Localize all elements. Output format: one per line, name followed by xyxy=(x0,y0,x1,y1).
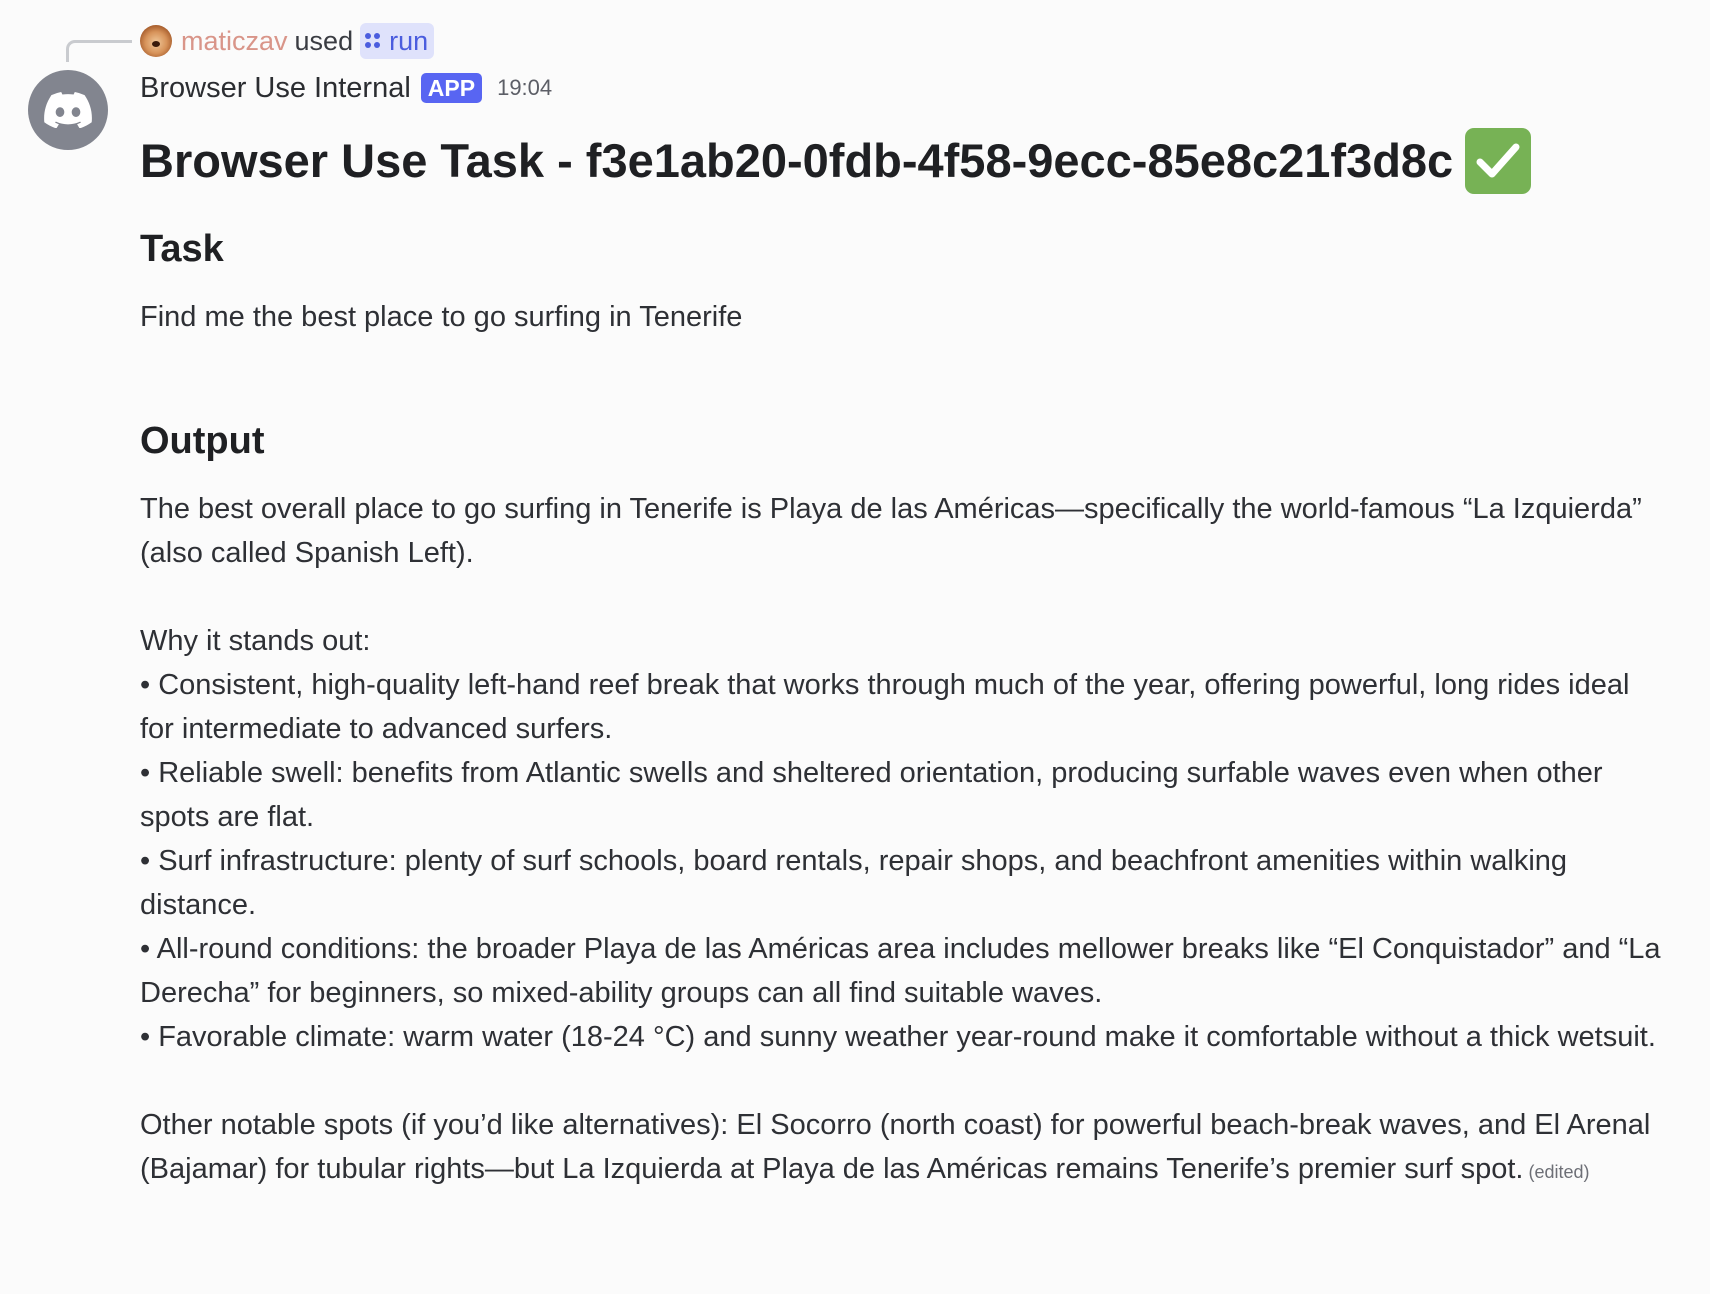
output-heading: Output xyxy=(140,420,265,462)
bullet-item: • All-round conditions: the broader Play… xyxy=(140,933,1661,1009)
bullet-item: • Reliable swell: benefits from Atlantic… xyxy=(140,757,1603,833)
task-text: Find me the best place to go surfing in … xyxy=(140,301,743,333)
message-content: Browser Use Task - f3e1ab20-0fdb-4f58-9e… xyxy=(140,120,1670,1185)
app-command-icon xyxy=(365,33,381,49)
other-spots-text: Other notable spots (if you’d like alter… xyxy=(140,1109,1651,1185)
edited-label: (edited) xyxy=(1528,1162,1590,1182)
reply-connector-line xyxy=(66,40,132,62)
user-avatar[interactable] xyxy=(140,25,172,57)
bullet-item: • Surf infrastructure: plenty of surf sc… xyxy=(140,845,1568,921)
task-title: Browser Use Task - f3e1ab20-0fdb-4f58-9e… xyxy=(140,120,1670,202)
bullet-item: • Consistent, high-quality left-hand ree… xyxy=(140,669,1630,745)
command-name: run xyxy=(389,25,429,56)
reply-used-text: used xyxy=(294,25,354,56)
output-body: The best overall place to go surfing in … xyxy=(140,487,1670,1194)
author-name[interactable]: Browser Use Internal xyxy=(140,72,411,105)
white-check-mark-icon xyxy=(1465,128,1532,194)
bot-avatar[interactable] xyxy=(28,70,108,150)
other-spots-paragraph: Other notable spots (if you’d like alter… xyxy=(140,1103,1670,1194)
message-timestamp[interactable]: 19:04 xyxy=(497,75,552,101)
bullet-item: • Favorable climate: warm water (18-24 °… xyxy=(140,1021,1656,1053)
output-intro: The best overall place to go surfing in … xyxy=(140,493,1642,569)
task-heading: Task xyxy=(140,228,224,270)
why-heading: Why it stands out: xyxy=(140,625,371,657)
app-badge: APP xyxy=(420,73,483,103)
reply-username[interactable]: maticzav xyxy=(181,26,288,57)
task-title-text: Browser Use Task - f3e1ab20-0fdb-4f58-9e… xyxy=(140,134,1454,187)
command-chip[interactable]: run xyxy=(360,23,435,59)
reply-context: maticzav used run xyxy=(140,22,435,60)
discord-logo-icon xyxy=(44,92,92,128)
message-header: Browser Use Internal APP 19:04 xyxy=(140,68,552,108)
